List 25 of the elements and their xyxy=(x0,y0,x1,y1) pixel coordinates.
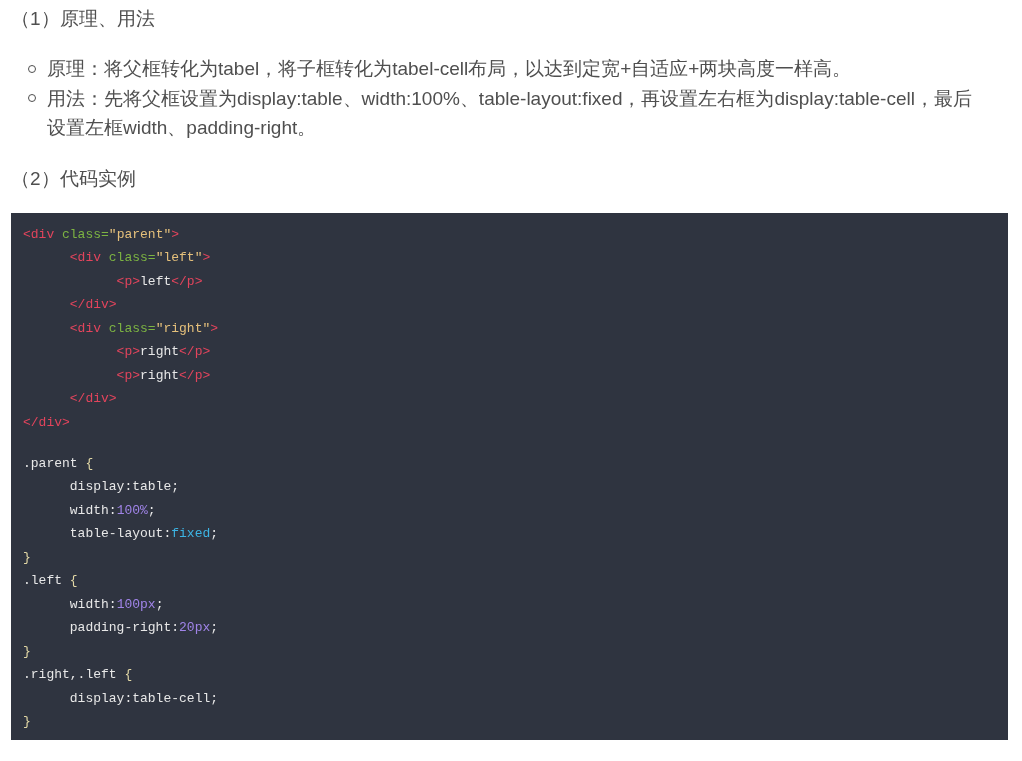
code-line: .right,.left { xyxy=(23,666,133,684)
code-line: } xyxy=(23,642,31,661)
code-line: <div class="left"> xyxy=(68,249,211,267)
code-line: display:table; xyxy=(68,478,180,496)
code-line: <p>right</p> xyxy=(115,366,211,385)
code-line: <p>right</p> xyxy=(115,343,211,361)
bullet-text: 用法：先将父框设置为display:table、width:100%、table-layout:fixed，再设置左右框为display:table-cell，最后设置左框width、padding-right。 xyxy=(47,86,973,140)
code-line: } xyxy=(23,548,31,567)
code-line: </div> xyxy=(68,390,117,408)
code-line: <div class="right"> xyxy=(68,319,219,338)
code-line: width:100%; xyxy=(68,501,156,520)
code-line: } xyxy=(23,713,31,731)
code-line: display:table-cell; xyxy=(68,689,219,708)
section-heading: （1）原理、用法 xyxy=(11,7,156,31)
code-line: .parent { xyxy=(23,454,94,473)
section-heading: （2）代码实例 xyxy=(11,166,137,191)
code-line: width:100px; xyxy=(68,595,164,614)
code-line: </div> xyxy=(23,413,70,432)
code-line: table-layout:fixed; xyxy=(68,525,219,543)
code-line: </div> xyxy=(68,296,117,314)
code-line: .left { xyxy=(23,572,78,590)
code-line: <p>left</p> xyxy=(115,272,203,291)
code-line: padding-right:20px; xyxy=(68,619,219,637)
bullet-text: 原理：将父框转化为tabel，将子框转化为tabel-cell布局，以达到定宽+自适应+两块高度一样高。 xyxy=(47,57,853,81)
code-line: <div class="parent"> xyxy=(23,225,180,244)
